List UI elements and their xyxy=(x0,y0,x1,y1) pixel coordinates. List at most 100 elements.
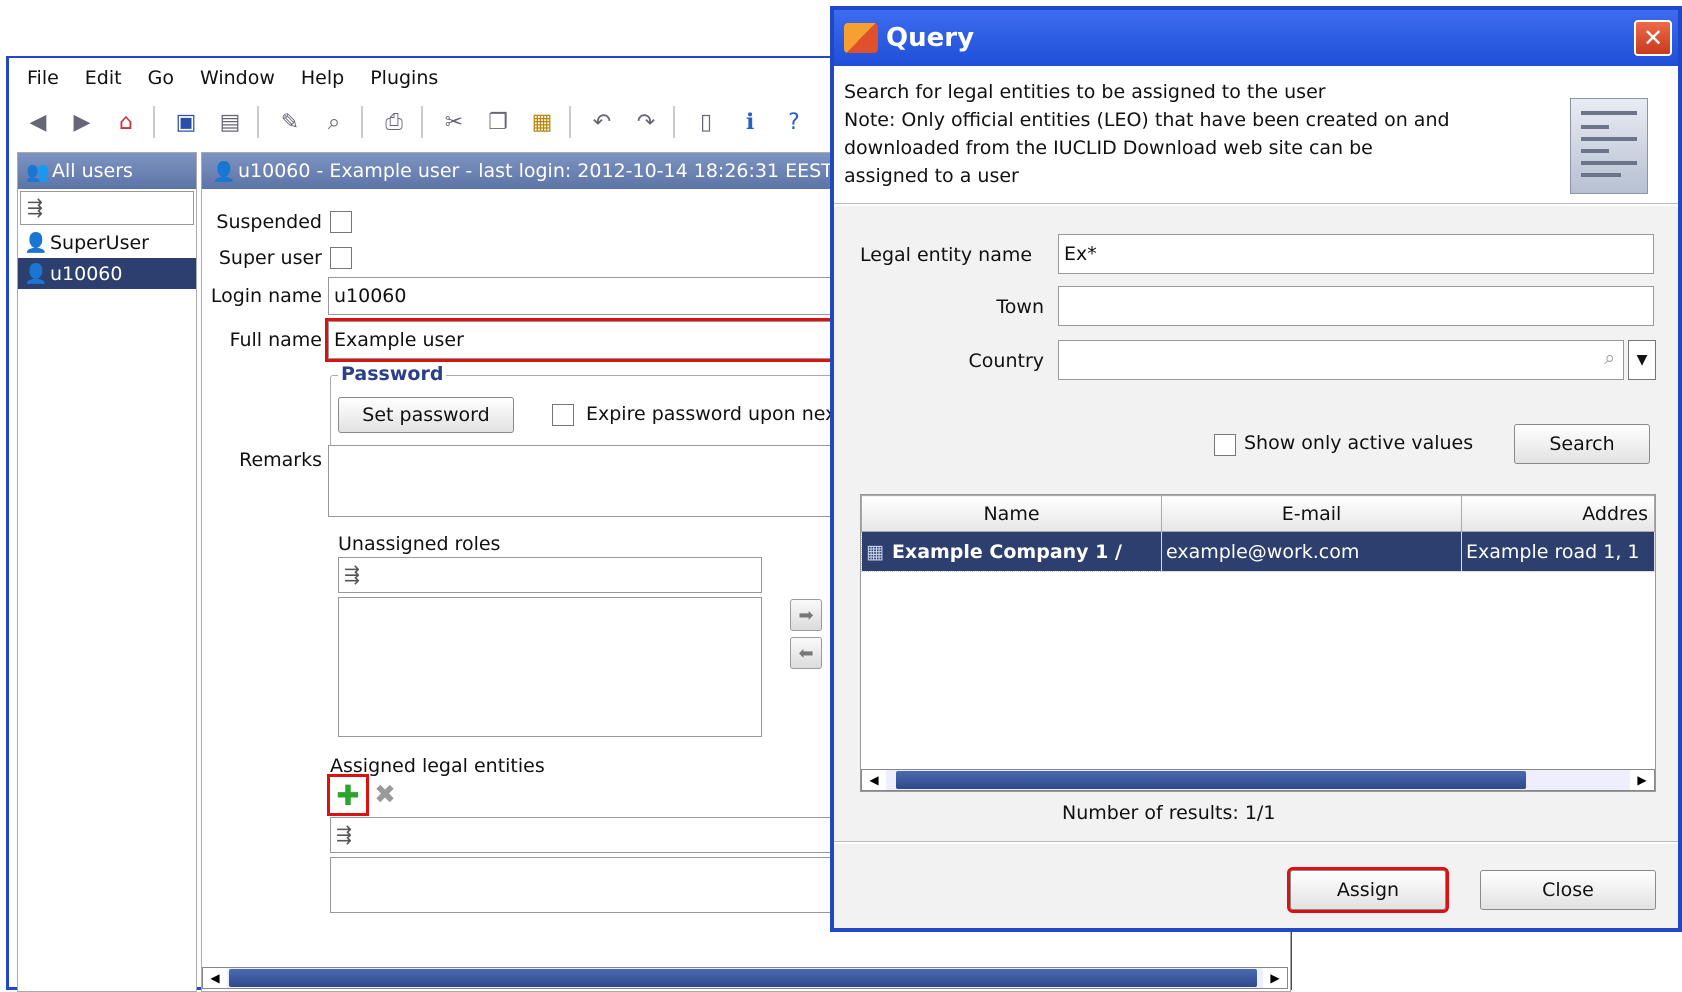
results-horizontal-scrollbar[interactable]: ◀ ▶ xyxy=(861,769,1655,791)
remove-entity-button[interactable]: ✖ xyxy=(370,777,400,813)
legal-entity-name-label: Legal entity name xyxy=(860,244,1033,266)
chevron-down-icon: ▼ xyxy=(1636,352,1648,368)
save-all-icon[interactable]: ▤ xyxy=(213,105,247,139)
move-left-button[interactable]: ⬅ xyxy=(790,637,822,669)
home-icon[interactable]: ⌂ xyxy=(109,105,143,139)
cell-address[interactable]: Example road 1, 1 xyxy=(1461,531,1655,572)
user-item-u10060[interactable]: 👤 u10060 xyxy=(18,258,196,289)
table-row[interactable]: ▦ Example Company 1 / example@work.com Ex… xyxy=(861,531,1655,572)
toolbar-separator xyxy=(569,106,571,138)
building-icon: ▦ xyxy=(866,540,884,563)
users-group-icon: 👥 xyxy=(26,160,50,183)
save-icon[interactable]: ▣ xyxy=(169,105,203,139)
expire-password-checkbox[interactable] xyxy=(552,404,574,426)
document-icon[interactable]: ▯ xyxy=(689,105,723,139)
toolbar-separator xyxy=(153,106,155,138)
undo-icon[interactable]: ↶ xyxy=(585,105,619,139)
unassigned-roles-label: Unassigned roles xyxy=(338,533,501,555)
unassigned-roles-list[interactable] xyxy=(338,597,762,737)
users-panel: 👥 All users ⇶ 👤 SuperUser 👤 u10060 xyxy=(17,152,197,992)
results-count: 1/1 xyxy=(1244,802,1276,824)
remarks-label: Remarks xyxy=(239,449,322,471)
app-logo-icon xyxy=(844,23,878,53)
dialog-title-bar[interactable]: Query xyxy=(834,10,1678,66)
arrow-right-icon: ➡ xyxy=(798,604,814,626)
town-field[interactable] xyxy=(1058,286,1654,326)
print-icon[interactable]: ⎙ xyxy=(377,105,411,139)
user-icon: 👤 xyxy=(24,263,48,285)
results-count-label: Number of results: 1/1 xyxy=(1062,802,1275,824)
add-entity-button[interactable]: ✚ xyxy=(327,774,369,816)
dialog-description: Search for legal entities to be assigned… xyxy=(834,68,1678,204)
show-active-checkbox[interactable] xyxy=(1214,434,1236,456)
menu-help[interactable]: Help xyxy=(301,67,344,89)
forward-icon[interactable]: ▶ xyxy=(65,105,99,139)
filter-icon: ⇶ xyxy=(336,824,352,846)
cell-name[interactable]: ▦ Example Company 1 / xyxy=(861,531,1162,572)
users-filter-input[interactable]: ⇶ xyxy=(20,191,194,225)
preview-icon[interactable]: ⌕ xyxy=(317,105,351,139)
legal-entity-name-value: Ex* xyxy=(1064,243,1097,265)
document-list-icon xyxy=(1570,98,1648,194)
dialog-footer: Assign Close xyxy=(834,844,1678,928)
search-button[interactable]: Search xyxy=(1514,424,1650,464)
dialog-close-icon[interactable]: ✕ xyxy=(1634,20,1672,56)
expire-password-label: Expire password upon next xyxy=(586,403,844,425)
country-label: Country xyxy=(968,350,1044,372)
unassigned-roles-filter[interactable]: ⇶ xyxy=(338,557,762,593)
country-dropdown-button[interactable]: ▼ xyxy=(1628,340,1656,380)
info-icon[interactable]: ℹ xyxy=(733,105,767,139)
assigned-entities-label: Assigned legal entities xyxy=(330,755,545,777)
super-user-checkbox[interactable] xyxy=(330,247,352,269)
search-icon[interactable]: ⌕ xyxy=(1604,347,1615,369)
paste-icon[interactable]: ▦ xyxy=(525,105,559,139)
users-panel-header: 👥 All users xyxy=(18,153,196,189)
back-icon[interactable]: ◀ xyxy=(21,105,55,139)
toolbar-separator xyxy=(257,106,259,138)
column-header-name[interactable]: Name xyxy=(861,495,1162,532)
user-item-label: u10060 xyxy=(50,262,123,285)
set-password-button[interactable]: Set password xyxy=(338,397,514,433)
column-header-address[interactable]: Addres xyxy=(1461,495,1655,532)
menu-edit[interactable]: Edit xyxy=(85,67,122,89)
edit-icon[interactable]: ✎ xyxy=(273,105,307,139)
scroll-left-icon[interactable]: ◀ xyxy=(862,770,886,790)
menu-plugins[interactable]: Plugins xyxy=(370,67,438,89)
scroll-right-icon[interactable]: ▶ xyxy=(1630,770,1654,790)
help-icon[interactable]: ? xyxy=(777,105,811,139)
super-user-label: Super user xyxy=(218,247,322,269)
town-label: Town xyxy=(996,296,1044,318)
user-icon: 👤 xyxy=(24,232,48,254)
show-active-label: Show only active values xyxy=(1244,432,1474,454)
scrollbar-thumb[interactable] xyxy=(896,771,1526,789)
menu-window[interactable]: Window xyxy=(200,67,275,89)
description-line: Note: Only official entities (LEO) that … xyxy=(844,109,1450,131)
toolbar-separator xyxy=(361,106,363,138)
scroll-left-icon[interactable]: ◀ xyxy=(203,968,227,988)
copy-icon[interactable]: ❐ xyxy=(481,105,515,139)
scroll-right-icon[interactable]: ▶ xyxy=(1263,968,1287,988)
full-name-value: Example user xyxy=(334,329,464,351)
move-right-button[interactable]: ➡ xyxy=(790,599,822,631)
filter-icon: ⇶ xyxy=(27,197,43,219)
menu-go[interactable]: Go xyxy=(148,67,174,89)
menu-file[interactable]: File xyxy=(27,67,59,89)
toolbar-separator xyxy=(673,106,675,138)
suspended-label: Suspended xyxy=(216,211,322,233)
password-group-title: Password xyxy=(338,363,447,385)
suspended-checkbox[interactable] xyxy=(330,211,352,233)
legal-entity-name-field[interactable]: Ex* xyxy=(1058,234,1654,274)
assign-button[interactable]: Assign xyxy=(1287,867,1449,913)
user-item-superuser[interactable]: 👤 SuperUser xyxy=(18,227,196,258)
column-header-email[interactable]: E-mail xyxy=(1161,495,1462,532)
cell-email[interactable]: example@work.com xyxy=(1161,531,1462,572)
close-button[interactable]: Close xyxy=(1480,870,1656,910)
cut-icon[interactable]: ✂ xyxy=(437,105,471,139)
user-details-title: u10060 - Example user - last login: 2012… xyxy=(238,160,847,182)
results-table: Name E-mail Addres ▦ Example Company 1 / … xyxy=(860,494,1656,792)
results-label: Number of results: xyxy=(1062,802,1239,824)
redo-icon[interactable]: ↷ xyxy=(629,105,663,139)
results-grid: Name E-mail Addres ▦ Example Company 1 / … xyxy=(861,495,1655,572)
scrollbar-thumb[interactable] xyxy=(229,969,1257,987)
country-field[interactable]: ⌕ xyxy=(1058,340,1624,380)
